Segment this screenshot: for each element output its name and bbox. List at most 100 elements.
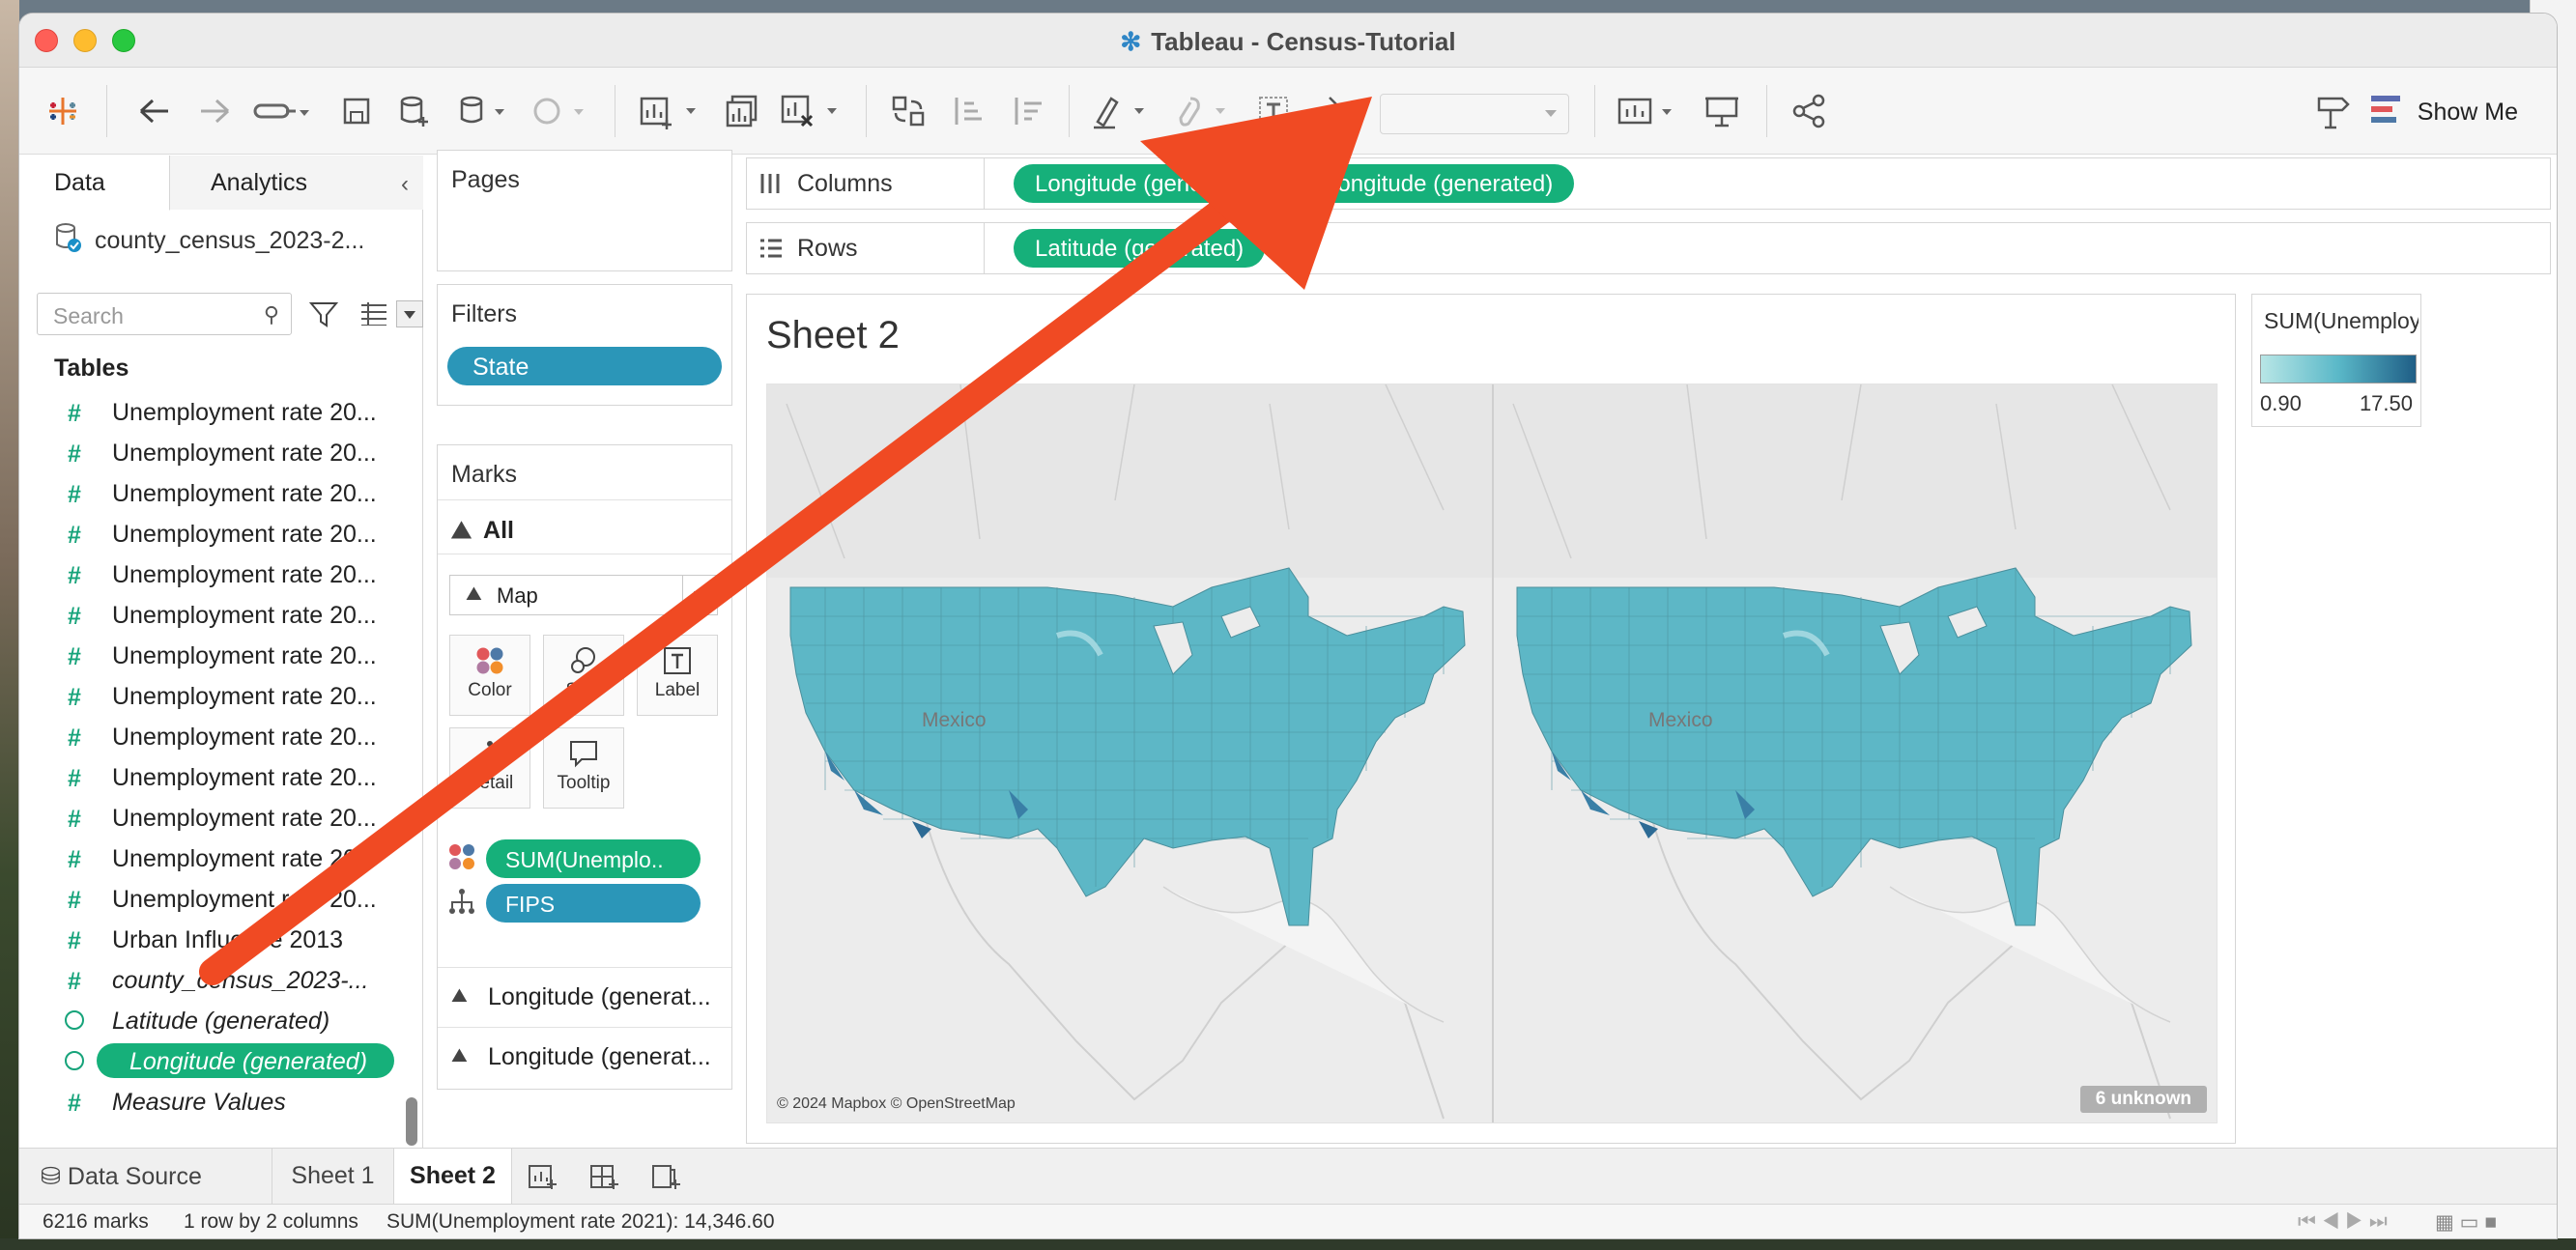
field-list-scrollbar[interactable] bbox=[406, 392, 419, 1146]
collapse-pane-icon[interactable]: ‹ bbox=[401, 171, 409, 198]
columns-longitude-pill-2[interactable]: Longitude (generated) bbox=[1303, 164, 1575, 203]
new-data-source-icon[interactable] bbox=[394, 89, 435, 133]
detail-icon bbox=[450, 728, 530, 773]
map-pane-2[interactable]: Mexico bbox=[1494, 384, 2217, 1122]
field-item[interactable]: # county_census_2023-... bbox=[19, 960, 404, 1001]
color-sum-pill[interactable]: SUM(Unemplo.. bbox=[486, 839, 701, 878]
color-encoding[interactable]: SUM(Unemplo.. bbox=[447, 839, 701, 878]
list-view-icon[interactable] bbox=[359, 302, 388, 330]
new-story-icon[interactable] bbox=[651, 1162, 682, 1196]
measure-hash-icon: # bbox=[68, 887, 81, 914]
label-button[interactable]: Label bbox=[637, 635, 718, 716]
forward-arrow-icon[interactable] bbox=[193, 89, 236, 133]
state-filter-pill[interactable]: State bbox=[447, 347, 722, 385]
refresh-icon[interactable] bbox=[528, 89, 595, 133]
show-mark-labels-icon[interactable] bbox=[1252, 89, 1295, 133]
show-hide-directions-icon[interactable] bbox=[2311, 89, 2354, 133]
search-input[interactable]: Search ⚲ bbox=[37, 293, 292, 335]
sort-descending-icon[interactable] bbox=[1007, 89, 1049, 133]
field-item[interactable]: # Unemployment rate 20... bbox=[19, 514, 404, 554]
longitude-marks-tab-2[interactable]: ⛰ Longitude (generat... bbox=[438, 1027, 731, 1087]
show-cards-icon[interactable] bbox=[1614, 89, 1685, 133]
field-item[interactable]: # Measure Values bbox=[19, 1082, 404, 1122]
color-legend[interactable]: SUM(Unemployment r... 0.90 17.50 bbox=[2251, 294, 2421, 427]
pages-card[interactable]: Pages bbox=[437, 150, 732, 271]
rows-latitude-pill[interactable]: Latitude (generated) bbox=[1014, 229, 1266, 268]
field-item[interactable]: # Unemployment rate 20... bbox=[19, 879, 404, 920]
detail-button[interactable]: Detail bbox=[449, 727, 530, 809]
back-arrow-icon[interactable] bbox=[133, 89, 176, 133]
field-item[interactable]: # Unemployment rate 20... bbox=[19, 554, 404, 595]
field-item[interactable]: # Unemployment rate 20... bbox=[19, 636, 404, 676]
swap-rows-columns-icon[interactable] bbox=[887, 89, 930, 133]
show-me-button[interactable]: Show Me bbox=[2370, 93, 2518, 131]
map-attribution[interactable]: © 2024 Mapbox © OpenStreetMap bbox=[777, 1095, 1016, 1113]
field-item[interactable]: # Unemployment rate 20... bbox=[19, 473, 404, 514]
field-item[interactable]: # Unemployment rate 20... bbox=[19, 798, 404, 838]
duplicate-sheet-icon[interactable] bbox=[721, 89, 763, 133]
pause-auto-updates-icon[interactable] bbox=[456, 89, 518, 133]
tab-analytics[interactable]: Analytics bbox=[170, 156, 423, 210]
marks-all-tab[interactable]: ⛰ All bbox=[451, 517, 514, 545]
field-label: Unemployment rate 20... bbox=[112, 520, 377, 548]
color-button[interactable]: Color bbox=[449, 635, 530, 716]
group-members-icon[interactable] bbox=[1171, 89, 1239, 133]
map-view[interactable]: Mexico Mexico © 2024 Mapbox © OpenStreet… bbox=[766, 384, 2218, 1123]
field-label: Unemployment rate 20... bbox=[112, 723, 377, 751]
fips-detail-pill[interactable]: FIPS bbox=[486, 884, 701, 923]
redirect-icon[interactable] bbox=[249, 89, 321, 133]
color-icon bbox=[447, 842, 476, 876]
fix-axes-pin-icon[interactable] bbox=[1312, 89, 1355, 133]
mark-type-dropdown[interactable]: ⛰ Map bbox=[449, 575, 718, 615]
legend-min-value: 0.90 bbox=[2260, 391, 2302, 415]
tab-data-source[interactable]: ⛁ Data Source bbox=[19, 1149, 272, 1205]
tab-sheet-1[interactable]: Sheet 1 bbox=[272, 1149, 394, 1205]
measure-hash-icon: # bbox=[68, 440, 81, 468]
tableau-logo-icon[interactable] bbox=[39, 89, 87, 133]
field-item[interactable]: # Unemployment rate 20... bbox=[19, 392, 404, 433]
window-title: ✻ Tableau - Census-Tutorial bbox=[1120, 27, 1456, 56]
size-button[interactable]: Size bbox=[543, 635, 624, 716]
status-bar: 6216 marks 1 row by 2 columns SUM(Unempl… bbox=[19, 1204, 2557, 1238]
longitude-marks-tab-1[interactable]: ⛰ Longitude (generat... bbox=[438, 967, 731, 1027]
field-item[interactable]: # Unemployment rate 20... bbox=[19, 676, 404, 717]
field-item[interactable]: # Unemployment rate 20... bbox=[19, 757, 404, 798]
columns-shelf[interactable]: Columns Longitude (generated) Longitude … bbox=[746, 157, 2551, 210]
rows-shelf[interactable]: Rows Latitude (generated) bbox=[746, 222, 2551, 274]
field-item[interactable]: Latitude (generated) bbox=[19, 1001, 404, 1041]
sort-ascending-icon[interactable] bbox=[947, 89, 989, 133]
tab-sheet-2[interactable]: Sheet 2 bbox=[394, 1149, 512, 1205]
field-item[interactable]: # Unemployment rate 20... bbox=[19, 838, 404, 879]
tooltip-button[interactable]: Tooltip bbox=[543, 727, 624, 809]
new-dashboard-icon[interactable] bbox=[589, 1162, 620, 1196]
presentation-mode-icon[interactable] bbox=[1701, 89, 1743, 133]
data-source-item[interactable]: county_census_2023-2... bbox=[54, 221, 364, 261]
filter-icon[interactable] bbox=[308, 300, 339, 332]
sheet-title[interactable]: Sheet 2 bbox=[766, 314, 900, 357]
fit-dropdown[interactable] bbox=[1380, 94, 1569, 134]
columns-longitude-pill-1[interactable]: Longitude (generated) bbox=[1014, 164, 1285, 203]
measure-hash-icon: # bbox=[68, 603, 81, 630]
share-icon[interactable] bbox=[1788, 89, 1830, 133]
field-item[interactable]: # Unemployment rate 20... bbox=[19, 433, 404, 473]
field-item[interactable]: # Unemployment rate 20... bbox=[19, 595, 404, 636]
filters-card[interactable]: Filters State bbox=[437, 284, 732, 406]
tab-data[interactable]: Data bbox=[19, 156, 170, 211]
unknown-values-indicator[interactable]: 6 unknown bbox=[2079, 1086, 2207, 1113]
map-pane-1[interactable]: Mexico bbox=[767, 384, 1492, 1122]
field-label: Unemployment rate 20... bbox=[112, 601, 377, 629]
field-item-selected[interactable]: Longitude (generated) bbox=[19, 1041, 404, 1082]
save-icon[interactable] bbox=[336, 89, 377, 133]
new-worksheet-icon[interactable] bbox=[528, 1162, 558, 1196]
detail-encoding[interactable]: FIPS bbox=[447, 884, 701, 923]
view-toggle-icons[interactable]: ▦ ▭ ■ bbox=[2435, 1210, 2497, 1235]
field-label: Unemployment rate 20... bbox=[112, 560, 377, 588]
clear-sheet-icon[interactable] bbox=[777, 89, 848, 133]
highlight-icon[interactable] bbox=[1088, 89, 1159, 133]
page-navigation-icons[interactable]: ⏮ ◀ ▶ ⏭ bbox=[2298, 1210, 2388, 1234]
field-item[interactable]: # Unemployment rate 20... bbox=[19, 717, 404, 757]
measure-hash-icon: # bbox=[68, 968, 81, 995]
view-options-dropdown[interactable] bbox=[396, 300, 423, 327]
field-item[interactable]: # Urban Influence 2013 bbox=[19, 920, 404, 960]
new-worksheet-icon[interactable] bbox=[636, 89, 707, 133]
